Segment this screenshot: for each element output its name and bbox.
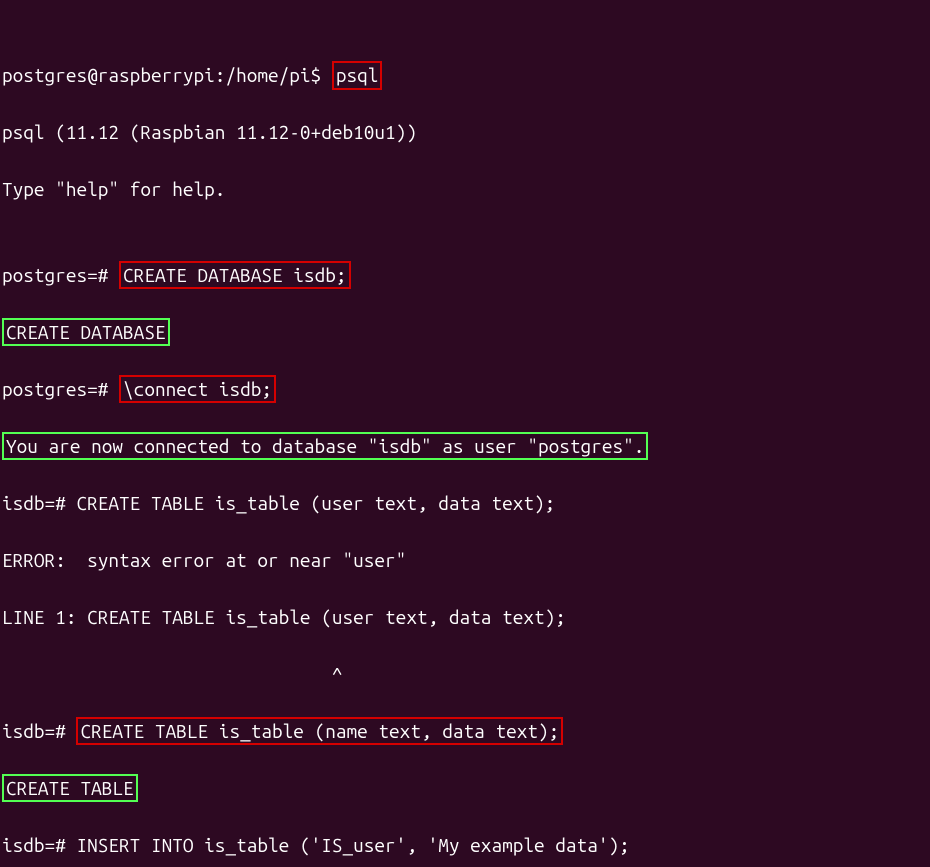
cmd-psql: psql (332, 61, 383, 90)
line-create-db-result: CREATE DATABASE (2, 318, 928, 347)
line-error-1-caret: ^ (2, 660, 928, 689)
result-connected: You are now connected to database "isdb"… (2, 432, 648, 461)
shell-prompt: postgres@raspberrypi:/home/pi$ (2, 64, 332, 86)
psql-prompt: postgres=# (2, 264, 119, 286)
line-create-table: isdb=# CREATE TABLE is_table (name text,… (2, 717, 928, 746)
line-connect: postgres=# \connect isdb; (2, 375, 928, 404)
psql-prompt: isdb=# (2, 720, 76, 742)
line-help-hint: Type "help" for help. (2, 175, 928, 204)
line-error-1-detail: LINE 1: CREATE TABLE is_table (user text… (2, 603, 928, 632)
line-insert-err-cmd: isdb=# INSERT INTO is_table ('IS_user', … (2, 831, 928, 860)
cmd-create-database: CREATE DATABASE isdb; (119, 261, 350, 290)
psql-prompt: postgres=# (2, 378, 119, 400)
cmd-create-table: CREATE TABLE is_table (name text, data t… (76, 717, 563, 746)
result-create-database: CREATE DATABASE (2, 318, 170, 347)
result-create-table: CREATE TABLE (2, 774, 138, 803)
terminal[interactable]: postgres@raspberrypi:/home/pi$ psql psql… (0, 0, 930, 867)
cmd-connect-isdb: \connect isdb; (119, 375, 276, 404)
line-connected-result: You are now connected to database "isdb"… (2, 432, 928, 461)
line-psql-launch: postgres@raspberrypi:/home/pi$ psql (2, 61, 928, 90)
line-error-1: ERROR: syntax error at or near "user" (2, 546, 928, 575)
line-create-db: postgres=# CREATE DATABASE isdb; (2, 261, 928, 290)
line-create-table-result: CREATE TABLE (2, 774, 928, 803)
line-psql-version: psql (11.12 (Raspbian 11.12-0+deb10u1)) (2, 118, 928, 147)
line-create-table-err-cmd: isdb=# CREATE TABLE is_table (user text,… (2, 489, 928, 518)
